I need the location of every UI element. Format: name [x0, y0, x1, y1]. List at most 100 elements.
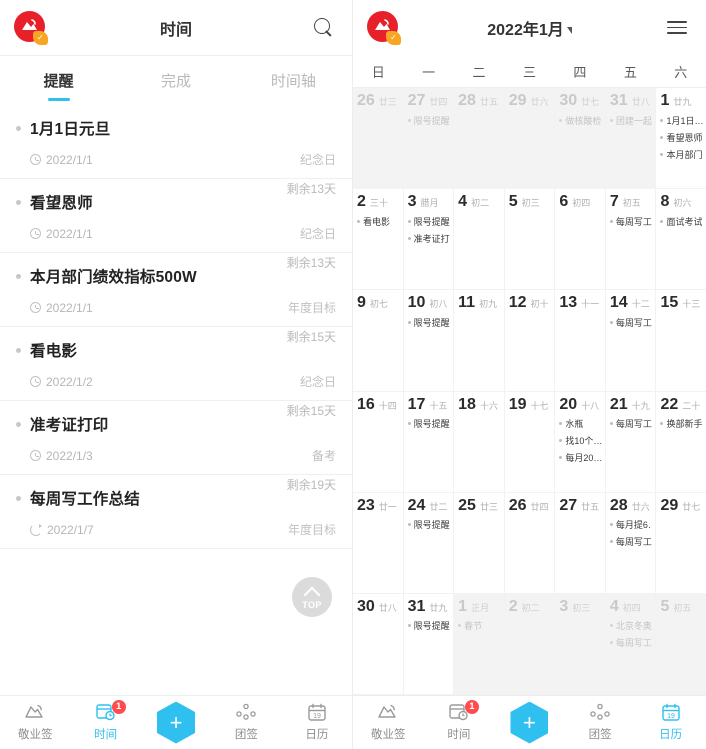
calendar-day-cell[interactable]: 2 三十 看电影 [353, 189, 404, 290]
scroll-to-top-button[interactable]: TOP [292, 577, 332, 617]
calendar-day-cell[interactable]: 12 初十 [505, 290, 556, 391]
calendar-day-cell[interactable]: 25 廿三 [454, 492, 505, 593]
calendar-day-cell[interactable]: 14十二每周写工… [606, 290, 657, 391]
calendar-day-cell[interactable]: 19 十七 [505, 391, 556, 492]
app-logo-icon[interactable]: ✓ [367, 10, 401, 45]
nav-item-time[interactable]: 1 时间 [70, 696, 140, 749]
calendar-event[interactable]: 找10个… [559, 434, 602, 447]
calendar-event[interactable]: 每周写工… [609, 636, 652, 649]
calendar-event[interactable]: 春节 [458, 619, 501, 632]
calendar-day-cell[interactable]: 29 廿六 [504, 88, 556, 189]
app-logo-icon[interactable]: ✓ [14, 10, 48, 45]
calendar-day-cell[interactable]: 7初五每周写工… [606, 189, 657, 290]
calendar-event[interactable]: 限号提醒 [407, 619, 451, 632]
nav-item-team[interactable]: 团签 [565, 696, 636, 749]
calendar-day-cell[interactable]: 11 初九 [454, 290, 505, 391]
calendar-day-cell[interactable]: 30 廿八 [353, 593, 404, 695]
calendar-day-cell[interactable]: 6 初四 [555, 189, 606, 290]
calendar-day-cell[interactable]: 8 初六 面试考试 [656, 189, 706, 289]
calendar-day-cell[interactable]: 22二十换部新手… [656, 392, 706, 492]
add-button[interactable]: + [141, 696, 211, 749]
calendar-day-cell[interactable]: 1廿九 1月1日… 看望恩师本月部门… [656, 88, 706, 188]
nav-label: 日历 [305, 729, 329, 741]
calendar-day-cell[interactable]: 31 廿九限号提醒 [404, 593, 455, 695]
calendar-day-number: 28 [609, 496, 628, 514]
calendar-day-cell[interactable]: 17 十五 限号提醒 [404, 391, 455, 492]
calendar-day-cell[interactable]: 26 廿四 [505, 492, 556, 593]
calendar-day-cell[interactable]: 27 廿五 [555, 492, 606, 593]
calendar-day-cell[interactable]: 10 初八 限号提醒 [404, 290, 455, 391]
calendar-lunar-label: 初十 [530, 299, 549, 310]
calendar-event[interactable]: 限号提醒 [407, 316, 451, 329]
calendar-day-cell[interactable]: 23 廿一 [353, 492, 404, 593]
calendar-event[interactable]: 看电影 [357, 215, 400, 228]
calendar-event[interactable]: 准考证打… [407, 232, 450, 245]
calendar-day-cell[interactable]: 29 廿七 [656, 493, 706, 593]
calendar-event[interactable]: 面试考试 [660, 215, 703, 228]
calendar-day-cell[interactable]: 26 廿三 [353, 88, 404, 189]
nav-item-jingyeqian[interactable]: 敬业签 [353, 696, 424, 749]
calendar-day-cell[interactable]: 1 正月 春节 [454, 593, 505, 695]
calendar-event[interactable]: 每月20… [559, 451, 602, 464]
calendar-event[interactable]: 1月1日… [660, 114, 703, 127]
calendar-event[interactable]: 看望恩师 [660, 131, 703, 144]
calendar-day-cell[interactable]: 2 初二 [504, 593, 556, 695]
calendar-day-cell[interactable]: 31廿八团建一起… [605, 88, 657, 189]
calendar-event[interactable]: 北京冬奥… [609, 619, 652, 632]
task-date: 2022/1/2 [30, 375, 93, 389]
calendar-event[interactable]: 团建一起… [609, 114, 652, 127]
nav-item-calendar[interactable]: 19 日历 [635, 696, 706, 749]
hamburger-icon[interactable] [662, 13, 692, 43]
calendar-event[interactable]: 限号提醒 [407, 114, 451, 127]
calendar-day-cell[interactable]: 3 初三 [555, 593, 606, 695]
tab-completed[interactable]: 完成 [117, 56, 234, 105]
calendar-day-cell[interactable]: 16 十四 [353, 391, 404, 492]
calendar-day-cell[interactable]: 4初四北京冬奥… 每周写工… [605, 593, 657, 695]
calendar-day-cell[interactable]: 18 十六 [454, 391, 505, 492]
calendar-day-cell[interactable]: 28 廿五 [454, 88, 505, 189]
calendar-event[interactable]: 每月提6… [609, 518, 652, 531]
calendar-event[interactable]: 每周写工… [609, 215, 652, 228]
calendar-event[interactable]: 每周写工… [609, 535, 652, 548]
calendar-day-cell[interactable]: 20 十八 水瓶 找10个… 每月20… [555, 391, 606, 492]
calendar-day-cell[interactable]: 9 初七 [353, 290, 404, 391]
list-item[interactable]: 1月1日元旦 2022/1/1 纪念日 剩余13天 [0, 105, 352, 196]
nav-item-team[interactable]: 团签 [211, 696, 281, 749]
nav-item-jingyeqian[interactable]: 敬业签 [0, 696, 70, 749]
calendar-lunar-label: 初八 [429, 299, 448, 310]
calendar-day-cell[interactable]: 30廿七做核酸检… [555, 88, 606, 189]
add-button[interactable]: + [494, 696, 565, 749]
calendar-event[interactable]: 本月部门… [660, 148, 703, 161]
calendar-lunar-label: 廿四 [530, 501, 549, 512]
calendar-event[interactable]: 水瓶 [559, 417, 602, 430]
calendar-day-cell[interactable]: 13 十一 [555, 290, 606, 391]
calendar-event[interactable]: 换部新手… [660, 417, 703, 430]
calendar-day-header: 31 廿九 [408, 598, 451, 616]
calendar-event[interactable]: 限号提醒 [407, 417, 451, 430]
calendar-day-cell[interactable]: 24 廿二 限号提醒 [404, 492, 455, 593]
calendar-day-number: 19 [508, 395, 527, 413]
calendar-day-cell[interactable]: 27 廿四 限号提醒 [403, 88, 455, 189]
calendar-day-cell[interactable]: 4 初二 [454, 189, 505, 290]
tab-timeline[interactable]: 时间轴 [235, 56, 352, 105]
reminder-list[interactable]: 1月1日元旦 2022/1/1 纪念日 剩余13天 看望恩师 2022/1/1 … [0, 105, 352, 695]
calendar-day-cell[interactable]: 21十九每周写工… [606, 391, 657, 492]
calendar-event[interactable]: 每周写工… [609, 316, 652, 329]
calendar-day-cell[interactable]: 15 十三 [656, 290, 706, 390]
search-icon[interactable] [308, 13, 338, 43]
calendar-day-cell[interactable]: 28廿六每月提6… 每周写工… [606, 492, 657, 593]
calendar-day-cell[interactable]: 5 初三 [505, 189, 556, 290]
calendar-event[interactable]: 做核酸检… [559, 114, 602, 127]
month-title-group[interactable]: 2022年1月 [353, 16, 706, 40]
calendar-grid: 26廿三27廿四限号提醒28廿五29廿六30廿七做核酸检…31廿八团建一起…1廿… [353, 87, 706, 696]
calendar-icon: 19 [660, 703, 682, 723]
calendar-event[interactable]: 每周写工… [609, 417, 652, 430]
calendar-event[interactable]: 限号提醒 [407, 518, 451, 531]
nav-item-calendar[interactable]: 19 日历 [282, 696, 352, 749]
calendar-day-cell[interactable]: 5 初五 [656, 593, 706, 695]
tab-reminder[interactable]: 提醒 [0, 56, 117, 105]
calendar-event[interactable]: 限号提醒 [407, 215, 451, 228]
nav-item-time[interactable]: 1 时间 [424, 696, 495, 749]
calendar-day-header: 30 廿八 [357, 598, 400, 616]
calendar-day-cell[interactable]: 3腊月限号提醒准考证打… [404, 189, 455, 290]
